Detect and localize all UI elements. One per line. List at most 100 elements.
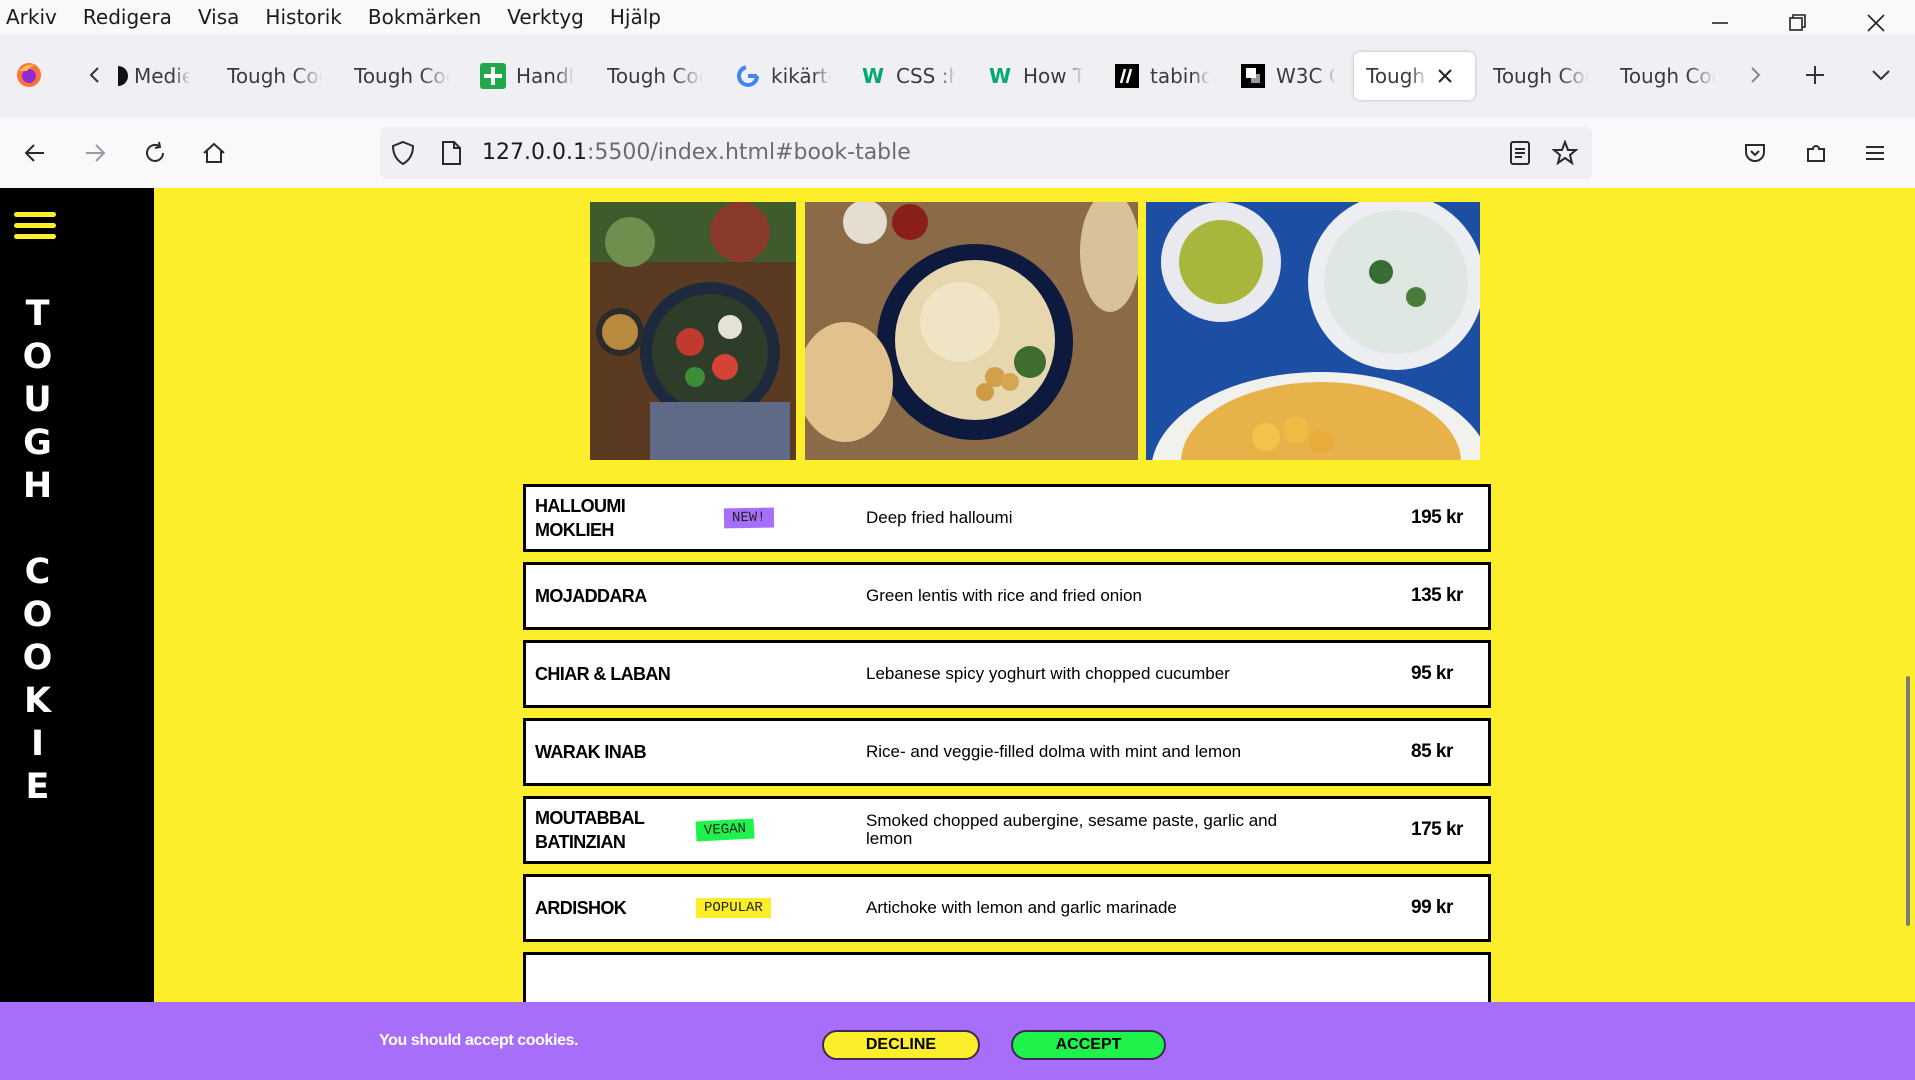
bookmark-star-icon[interactable] [1552,140,1578,166]
mdn-icon [1114,63,1140,89]
menu-item-row[interactable]: MOUTABBAL BATINZIAN VEGAN Smoked chopped… [523,796,1491,864]
tab-label: W3C C [1276,64,1336,88]
w3c-icon [1240,63,1266,89]
menu-bokmarken[interactable]: Bokmärken [368,5,481,29]
url-text[interactable]: 127.0.0.1:5500/index.html#book-table [482,140,911,165]
dish-name: MOJADDARA [535,586,647,606]
w3schools-icon: W [861,64,885,88]
logo-letter: U [23,380,52,420]
tab-tough-cookie-5[interactable]: Tough Coo [1620,52,1716,100]
home-button[interactable] [197,136,231,170]
menu-item-row[interactable]: MOJADDARA Green lentis with rice and fri… [523,562,1491,630]
tab-label: CSS :h [896,64,956,88]
tab-tough-cookie-2[interactable]: Tough Coo [354,52,450,100]
site-sidebar: T O U G H C O O K I E [0,188,154,1080]
app-menu-button[interactable] [1858,136,1892,170]
window-controls [1681,0,1915,34]
site-menu-hamburger-icon[interactable] [14,212,56,244]
url-host: 127.0.0.1 [482,140,587,165]
dish-description: Rice- and veggie-filled dolma with mint … [866,742,1242,761]
dish-price: 85 kr [1411,741,1453,762]
tab-tough-cookie-4[interactable]: Tough Coo [1493,52,1589,100]
dish-price: 135 kr [1411,585,1463,606]
accept-cookies-button[interactable]: ACCEPT [1011,1030,1166,1060]
page-icon[interactable] [440,140,462,166]
back-button[interactable] [18,136,52,170]
google-icon [735,63,761,89]
tab-tough-cookie-1[interactable]: Tough Coo [227,52,323,100]
tabs-scroll-left-button[interactable] [80,60,110,90]
page-scrollbar-thumb[interactable] [1906,676,1910,926]
dish-name: WARAK INAB [535,742,647,762]
tab-how-t[interactable]: W How T [987,52,1083,100]
tab-w3c[interactable]: W3C C [1240,52,1336,100]
logo-letter: C [24,552,51,592]
menu-historik[interactable]: Historik [265,5,341,29]
menu-item-row[interactable]: WARAK INAB Rice- and veggie-filled dolma… [523,718,1491,786]
menu-list: HALLOUMI MOKLIEH NEW! Deep fried halloum… [523,484,1491,1030]
menu-arkiv[interactable]: Arkiv [6,5,57,29]
dish-name: CHIAR & LABAN [535,664,671,684]
logo-letter: H [22,466,53,506]
tab-tough-cookie-3[interactable]: Tough Coo [607,52,703,100]
dish-price: 195 kr [1411,507,1463,528]
menu-item-row[interactable]: HALLOUMI MOKLIEH NEW! Deep fried halloum… [523,484,1491,552]
chevron-left-icon [89,67,99,83]
tab-tabindex[interactable]: tabind [1114,52,1210,100]
tabs-scroll-right-button[interactable] [1740,60,1770,90]
menu-visa[interactable]: Visa [198,5,239,29]
back-arrow-icon [24,144,44,162]
menu-redigera[interactable]: Redigera [83,5,172,29]
tab-label: Medie [134,64,190,88]
close-icon [1867,14,1885,32]
firefox-view-button[interactable] [14,60,44,90]
media-icon [118,63,128,89]
menu-item-row[interactable]: CHIAR & LABAN Lebanese spicy yoghurt wit… [523,640,1491,708]
url-bar[interactable]: 127.0.0.1:5500/index.html#book-table [380,127,1592,179]
w3schools-icon: W [988,64,1012,88]
hamburger-menu-icon [1866,146,1884,160]
puzzle-icon [1807,145,1825,162]
dish-description: Green lentis with rice and fried onion [866,586,1142,605]
tab-media[interactable]: Medie [118,52,190,100]
popular-badge: POPULAR [696,898,771,918]
decline-cookies-button[interactable]: DECLINE [822,1030,980,1060]
firefox-icon [17,63,41,87]
forward-button[interactable] [78,136,112,170]
tab-css-h[interactable]: W CSS :h [860,52,956,100]
logo-letter: I [30,724,45,764]
menu-hjalp[interactable]: Hjälp [610,5,661,29]
menu-item-row[interactable]: ARDISHOK POPULAR Artichoke with lemon an… [523,874,1491,942]
pocket-button[interactable] [1738,136,1772,170]
dish-name: MOUTABBAL BATINZIAN [535,808,645,852]
list-all-tabs-button[interactable] [1866,60,1896,90]
shield-icon[interactable] [390,140,416,166]
reload-button[interactable] [138,136,172,170]
reader-view-icon[interactable] [1508,140,1532,166]
close-tab-icon[interactable] [1436,67,1454,85]
tab-google[interactable]: kikärto [735,52,831,100]
tab-label: Tough Coo [354,64,450,88]
tab-tough-cookie-active[interactable]: Tough C [1354,52,1475,100]
new-tab-button[interactable] [1800,60,1830,90]
url-path: :5500/index.html#book-table [586,140,911,165]
logo-letter: T [25,294,50,334]
dish-description: Smoked chopped aubergine, sesame paste, … [866,811,1278,848]
tab-bar: Medie Tough Coo Tough Coo Handl Tough Co… [0,34,1915,118]
tab-label: Tough Coo [1493,64,1589,88]
tab-label: tabind [1150,64,1210,88]
logo-letter: G [23,423,52,463]
chevron-right-icon [1751,67,1761,83]
logo-letter: O [22,337,53,377]
app-menu-bar: Arkiv Redigera Visa Historik Bokmärken V… [0,0,1915,34]
logo-letter: E [25,767,50,807]
new-badge: NEW! [723,507,774,529]
chevron-down-icon [1872,70,1890,81]
tab-handl[interactable]: Handl [480,52,576,100]
menu-verktyg[interactable]: Verktyg [507,5,584,29]
home-icon [203,142,225,163]
extensions-button[interactable] [1799,136,1833,170]
dish-price: 175 kr [1411,819,1463,840]
tab-label: Handl [516,64,575,88]
reload-icon [146,141,164,162]
